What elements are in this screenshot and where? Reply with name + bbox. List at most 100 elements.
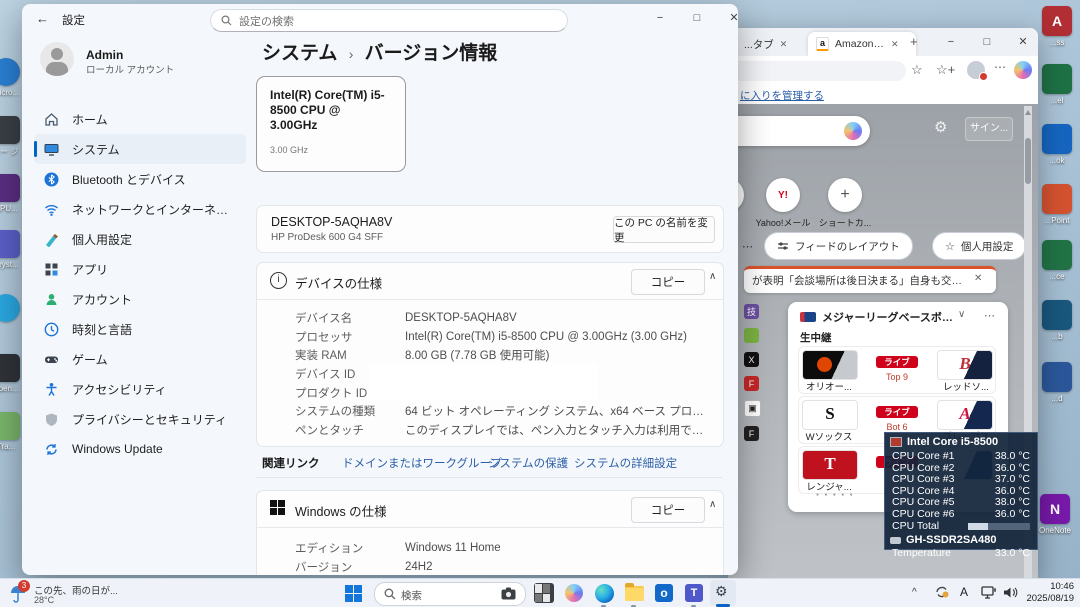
settings-maximize-button[interactable]: □ (680, 5, 714, 31)
collapse-chevron-icon[interactable]: ∧ (709, 499, 716, 510)
desktop-icon[interactable] (1042, 240, 1072, 270)
feed-layout-button[interactable]: フィードのレイアウト (764, 232, 913, 260)
sidebar-item-system[interactable]: システム (34, 134, 246, 164)
sidebar-item-label: ゲーム (72, 351, 108, 368)
scrollbar-up-arrow[interactable] (1025, 110, 1031, 115)
copy-button[interactable]: コピー (631, 497, 705, 523)
network-tray-icon[interactable] (981, 586, 997, 605)
breadcrumb-parent[interactable]: システム (262, 43, 337, 64)
copilot-icon[interactable] (1014, 61, 1032, 79)
ntp-search-bar[interactable] (728, 116, 870, 146)
avatar[interactable] (40, 42, 74, 76)
sidebar-item-accessibility[interactable]: アクセシビリティ (34, 374, 246, 404)
edge-tab-amazon[interactable]: a Amazon | ... ✕ (808, 32, 916, 56)
site-icon[interactable]: 技 (744, 304, 759, 319)
desktop-icon[interactable]: A (1042, 6, 1072, 36)
visual-search-camera-icon[interactable] (501, 587, 516, 600)
related-link[interactable]: システムの詳細設定 (574, 455, 677, 471)
edge-close-button[interactable]: ✕ (1006, 29, 1038, 55)
processor-card[interactable]: Intel(R) Core(TM) i5-8500 CPU @ 3.00GHz … (256, 76, 406, 172)
tab-close-icon[interactable]: ✕ (891, 39, 899, 50)
sidebar-item-privacy[interactable]: プライバシーとセキュリティ (34, 404, 246, 434)
edge-scrollbar-thumb[interactable] (1025, 138, 1031, 184)
sidebar-item-bluetooth[interactable]: Bluetooth とデバイス (34, 164, 246, 194)
sidebar-item-apps[interactable]: アプリ (34, 254, 246, 284)
carousel-dots[interactable]: ● ● ● ● ● (816, 492, 855, 498)
desktop-icon[interactable]: N (1040, 494, 1070, 524)
tray-chevron-icon[interactable]: ^ (912, 587, 917, 598)
copilot-app-icon[interactable] (563, 582, 585, 604)
copy-button[interactable]: コピー (631, 269, 705, 295)
desktop-icon[interactable] (0, 354, 20, 382)
sidebar-item-home[interactable]: ホーム (34, 104, 246, 134)
edge-maximize-button[interactable]: □ (970, 29, 1004, 55)
update-tray-icon[interactable] (934, 584, 950, 605)
chevron-down-icon[interactable]: ∨ (958, 309, 965, 320)
settings-app-icon-active[interactable]: ⚙ (710, 580, 736, 606)
edge-menu-icon[interactable]: ⋯ (994, 60, 1006, 74)
related-link[interactable]: システムの保護 (488, 455, 568, 471)
rename-pc-button[interactable]: この PC の名前を変更 (613, 216, 715, 243)
desktop-icon[interactable] (1042, 124, 1072, 154)
new-tab-icon[interactable]: + (910, 34, 918, 49)
cpu-core-rows: CPU Core #138.0 °CCPU Core #236.0 °CCPU … (885, 451, 1037, 521)
taskbar-search-box[interactable]: 検索 (374, 582, 526, 606)
edge-minimize-button[interactable]: − (934, 29, 968, 55)
settings-search-input[interactable]: 設定の検索 (210, 9, 568, 32)
back-icon[interactable]: ← (36, 11, 49, 26)
desktop-icon[interactable] (0, 294, 20, 322)
tab-close-icon[interactable]: ✕ (780, 39, 788, 50)
quick-link-yahoo-mail[interactable]: Y! (766, 178, 800, 212)
feed-menu-icon[interactable]: ⋯ (742, 240, 753, 253)
mlb-menu-icon[interactable]: ⋯ (984, 309, 995, 322)
ime-indicator[interactable]: A (960, 585, 968, 599)
desktop-icon[interactable] (1042, 362, 1072, 392)
site-icon[interactable]: F (744, 426, 759, 441)
site-icon[interactable]: X (744, 352, 759, 367)
personalize-button[interactable]: ☆ 個人用設定 (932, 232, 1026, 260)
hardware-monitor-app-icon[interactable] (533, 582, 555, 604)
sidebar-item-windows-update[interactable]: Windows Update (34, 434, 246, 464)
sidebar-item-accounts[interactable]: アカウント (34, 284, 246, 314)
settings-minimize-button[interactable]: − (643, 5, 677, 31)
site-icon[interactable]: ▣ (744, 400, 761, 417)
volume-tray-icon[interactable] (1003, 586, 1018, 604)
sidebar-item-time-language[interactable]: 時刻と言語 (34, 314, 246, 344)
outlook-app-icon[interactable]: o (653, 582, 675, 604)
desktop-icon[interactable] (0, 116, 20, 144)
clock[interactable]: 10:46 2025/08/19 (1026, 581, 1074, 605)
favorite-star-icon[interactable]: ☆ (911, 62, 923, 78)
desktop-icon[interactable] (1042, 300, 1072, 330)
ntp-settings-gear-icon[interactable]: ⚙ (934, 118, 947, 136)
edge-address-bar[interactable] (728, 61, 906, 81)
file-explorer-app-icon[interactable] (623, 582, 645, 604)
desktop-icon[interactable] (1042, 184, 1072, 214)
desktop-icon[interactable] (1042, 64, 1072, 94)
favorites-list-icon[interactable]: ☆+ (936, 62, 955, 78)
sidebar-item-network[interactable]: ネットワークとインターネット (34, 194, 246, 224)
teams-app-icon[interactable]: T (683, 582, 705, 604)
sidebar-item-gaming[interactable]: ゲーム (34, 344, 246, 374)
edge-tab-newtab[interactable]: ...タブ ✕ (736, 32, 818, 56)
desktop-icon[interactable] (0, 412, 20, 440)
start-button[interactable] (342, 582, 364, 604)
site-icon[interactable] (744, 328, 759, 343)
sidebar-item-personalization[interactable]: 個人用設定 (34, 224, 246, 254)
taskbar-weather-widget[interactable]: 3 この先、雨の日が... 28°C (4, 579, 164, 607)
manage-favorites-link[interactable]: に入りを管理する (740, 88, 824, 103)
desktop-icon[interactable] (0, 230, 20, 258)
related-link[interactable]: ドメインまたはワークグループ (342, 455, 502, 471)
sliders-icon (777, 241, 789, 251)
quick-link-add-shortcut[interactable]: + (828, 178, 862, 212)
settings-close-button[interactable]: ✕ (717, 5, 738, 31)
news-bar[interactable]: が表明「会談場所は後日決まる」自身も交えた3... ✕ (744, 266, 996, 293)
profile-avatar[interactable] (967, 61, 985, 79)
site-icon[interactable]: F (744, 376, 759, 391)
signin-button[interactable]: サイン... (965, 117, 1013, 141)
mlb-game-row[interactable]: Bオリオー...レッドソ...ライブTop 9 (798, 346, 996, 394)
collapse-chevron-icon[interactable]: ∧ (709, 271, 716, 282)
desktop-icon[interactable] (0, 174, 20, 202)
desktop-icon[interactable] (0, 58, 20, 86)
news-close-icon[interactable]: ✕ (974, 273, 982, 284)
edge-app-icon[interactable] (593, 582, 615, 604)
